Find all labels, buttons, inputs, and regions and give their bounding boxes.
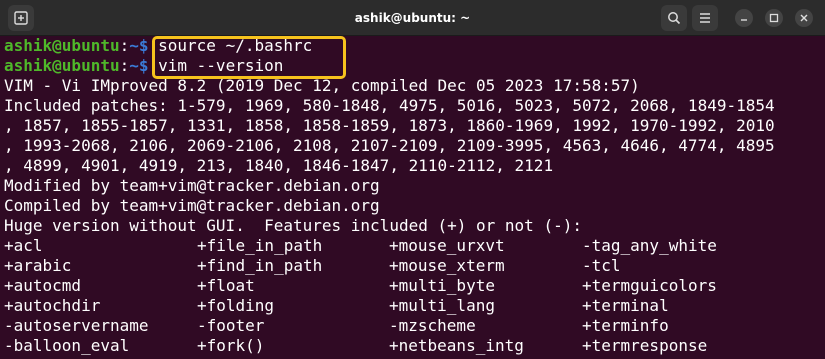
feature-item: +mouse_urxvt: [389, 236, 505, 255]
feature-item: +file_in_path: [197, 236, 323, 255]
prompt-colon: :: [119, 36, 130, 55]
features-header-line: Huge version without GUI. Features inclu…: [4, 216, 582, 235]
terminal-output[interactable]: ashik@ubuntu:~$ source ~/.bashrc ashik@u…: [0, 36, 825, 359]
feature-item: -mzscheme: [389, 316, 476, 335]
command-text: vim --version: [148, 56, 284, 75]
maximize-button[interactable]: [765, 9, 783, 27]
patches-line: , 1993-2068, 2106, 2069-2106, 2108, 2107…: [4, 136, 775, 155]
prompt-path: ~$: [129, 56, 149, 75]
prompt-path: ~$: [129, 36, 149, 55]
new-tab-icon: [14, 11, 28, 25]
search-icon: [668, 12, 681, 25]
feature-item: -tag_any_white: [582, 236, 717, 255]
version-line: VIM - Vi IMproved 8.2 (2019 Dec 12, comp…: [4, 76, 640, 95]
search-button[interactable]: [661, 5, 687, 31]
feature-item: +terminal: [582, 296, 669, 315]
feature-item: -balloon_eval: [4, 336, 130, 355]
command-line-2: ashik@ubuntu:~$ vim --version: [4, 56, 283, 76]
feature-item: -autoservername: [4, 316, 149, 335]
close-button[interactable]: [795, 9, 813, 27]
feature-item: +fork(): [197, 336, 265, 355]
feature-item: +folding: [197, 296, 275, 315]
minimize-icon: [741, 19, 747, 21]
features-row: -autoservername -footer -mzscheme +termi…: [4, 316, 669, 336]
features-row: +autocmd +float +multi_byte +termguicolo…: [4, 276, 717, 296]
feature-item: +mouse_xterm: [389, 256, 505, 275]
feature-item: -footer: [197, 316, 265, 335]
feature-item: +autocmd: [4, 276, 82, 295]
feature-item: +netbeans_intg: [389, 336, 524, 355]
feature-item: +acl: [4, 236, 43, 255]
feature-item: +find_in_path: [197, 256, 323, 275]
feature-item: +termresponse: [582, 336, 708, 355]
feature-item: -tcl: [582, 256, 621, 275]
feature-item: +multi_byte: [389, 276, 495, 295]
minimize-button[interactable]: [735, 9, 753, 27]
compiled-by-line: Compiled by team+vim@tracker.debian.org: [4, 196, 380, 215]
features-row: +autochdir +folding +multi_lang +termina…: [4, 296, 669, 316]
feature-item: +arabic: [4, 256, 72, 275]
prompt-user: ashik@ubuntu: [4, 56, 120, 75]
feature-item: +autochdir: [4, 296, 101, 315]
feature-item: +multi_lang: [389, 296, 495, 315]
command-text: source ~/.bashrc: [148, 36, 313, 55]
new-tab-button[interactable]: [8, 5, 34, 31]
patches-line: Included patches: 1-579, 1969, 580-1848,…: [4, 96, 775, 115]
patches-line: , 4899, 4901, 4919, 213, 1840, 1846-1847…: [4, 156, 554, 175]
menu-button[interactable]: [692, 5, 718, 31]
title-bar: ashik@ubuntu: ~: [0, 0, 825, 36]
features-row: +acl +file_in_path +mouse_urxvt -tag_any…: [4, 236, 717, 256]
feature-item: +float: [197, 276, 255, 295]
modified-by-line: Modified by team+vim@tracker.debian.org: [4, 176, 380, 195]
feature-item: +terminfo: [582, 316, 669, 335]
close-icon: [800, 14, 808, 22]
prompt-colon: :: [119, 56, 130, 75]
features-row: +arabic +find_in_path +mouse_xterm -tcl: [4, 256, 621, 276]
hamburger-menu-icon: [700, 13, 710, 23]
features-row: -balloon_eval +fork() +netbeans_intg +te…: [4, 336, 707, 356]
command-line-1: ashik@ubuntu:~$ source ~/.bashrc: [4, 36, 312, 56]
maximize-icon: [769, 13, 779, 23]
prompt-user: ashik@ubuntu: [4, 36, 120, 55]
patches-line: , 1857, 1855-1857, 1331, 1858, 1858-1859…: [4, 116, 775, 135]
feature-item: +termguicolors: [582, 276, 717, 295]
